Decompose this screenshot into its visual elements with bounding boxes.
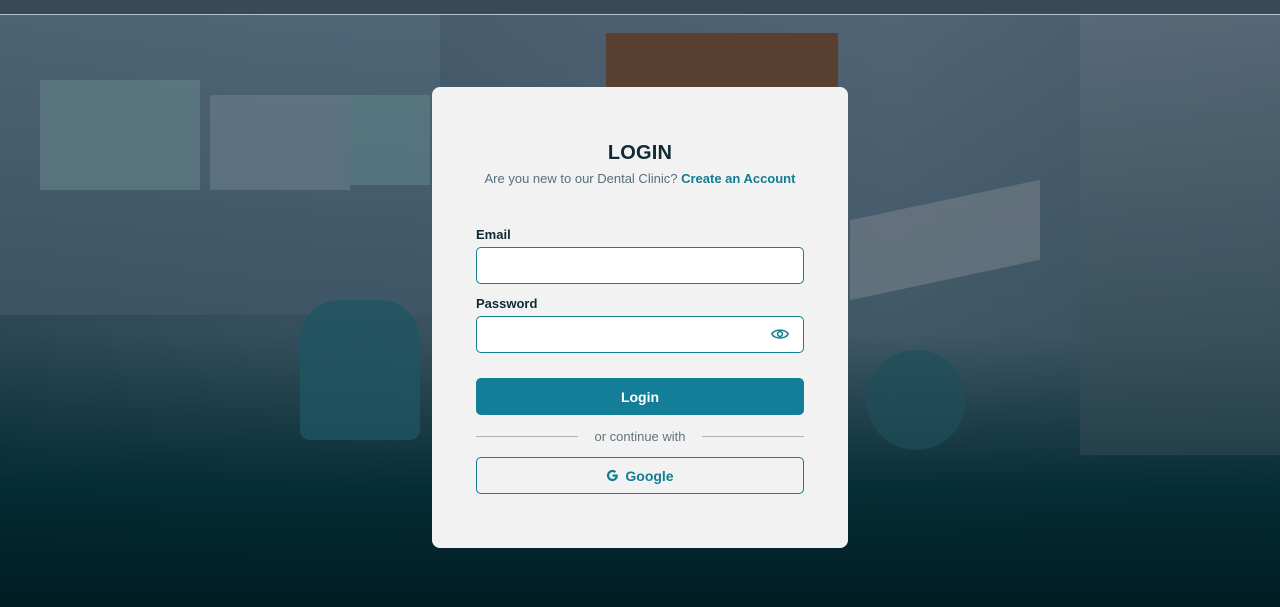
eye-icon[interactable]	[771, 327, 789, 341]
divider: or continue with	[476, 429, 804, 444]
bg-stool	[866, 350, 966, 450]
bg-wall	[1080, 15, 1280, 455]
login-card: LOGIN Are you new to our Dental Clinic? …	[432, 87, 848, 548]
password-field-wrapper	[476, 316, 804, 353]
bg-cabinet	[350, 95, 430, 185]
top-bar	[0, 0, 1280, 15]
login-button[interactable]: Login	[476, 378, 804, 415]
divider-text: or continue with	[594, 429, 686, 444]
email-field[interactable]	[477, 248, 803, 283]
google-g-icon	[607, 469, 619, 482]
divider-line	[476, 436, 579, 437]
bg-window	[606, 33, 838, 93]
create-account-link[interactable]: Create an Account	[681, 171, 795, 186]
password-field[interactable]	[477, 317, 803, 352]
google-login-button[interactable]: Google	[476, 457, 804, 494]
bg-dental-lamp	[850, 179, 1040, 301]
bg-dental-chair	[300, 300, 420, 440]
password-label: Password	[476, 296, 538, 311]
divider-line	[701, 436, 804, 437]
login-title: LOGIN	[607, 142, 673, 164]
google-button-label: Google	[625, 467, 674, 484]
bg-cabinet	[210, 95, 350, 190]
email-label: Email	[476, 227, 511, 242]
bg-cabinet	[40, 80, 200, 190]
signup-prompt-text: Are you new to our Dental Clinic?	[484, 171, 678, 186]
signup-prompt: Are you new to our Dental Clinic? Create…	[476, 171, 804, 186]
email-field-wrapper	[476, 247, 804, 284]
